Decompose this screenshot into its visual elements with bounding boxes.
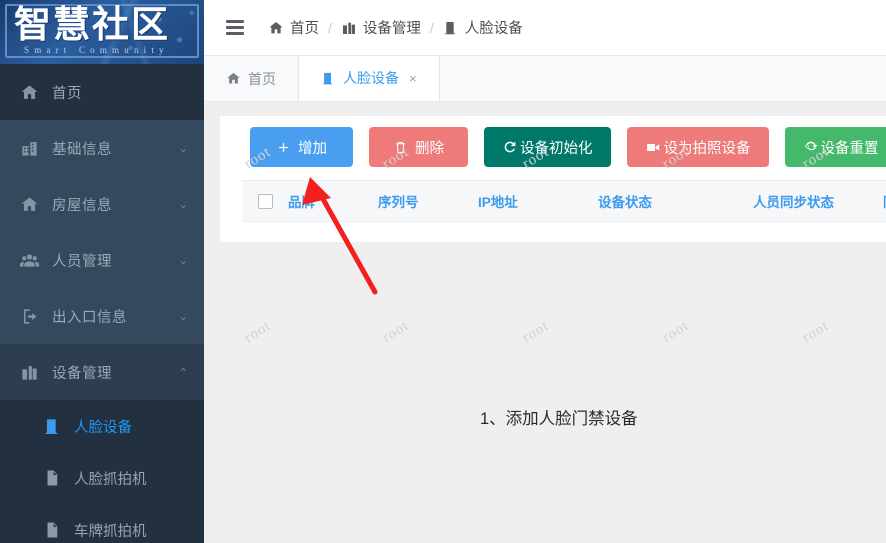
tab-label: 人脸设备	[343, 70, 399, 86]
add-button-label: 增加	[298, 140, 327, 157]
page-content: 增加 删除 设备初始化 设为拍照设备 设备重置 品牌 序列号 IP地址 设备状态…	[204, 102, 886, 543]
plus-icon	[276, 140, 291, 155]
sidebar-item-house-info[interactable]: 房屋信息 ⌄	[0, 176, 204, 232]
annotation-step-text: 1、添加人脸门禁设备	[480, 410, 638, 428]
breadcrumb-separator: /	[328, 19, 332, 36]
breadcrumb-item-device-mgmt[interactable]: 设备管理	[341, 17, 421, 38]
face-device-icon	[40, 417, 64, 436]
sync-icon	[803, 139, 819, 155]
sidebar-item-label: 出入口信息	[52, 309, 127, 326]
device-reset-button[interactable]: 设备重置	[784, 127, 886, 167]
home-icon	[268, 20, 284, 36]
sidebar-item-device-mgmt[interactable]: 设备管理 ⌃	[0, 344, 204, 400]
sidebar-item-home[interactable]: 首页	[0, 64, 204, 120]
watermark-text: root	[799, 317, 833, 347]
logo-title-en: Smart Community	[24, 45, 169, 55]
watermark-text: root	[659, 317, 693, 347]
chevron-up-icon: ⌃	[178, 365, 188, 379]
app-logo[interactable]: 智慧社区 Smart Community	[0, 0, 204, 64]
sidebar-subitem-label: 人脸设备	[74, 419, 132, 436]
chevron-down-icon: ⌄	[178, 309, 188, 323]
app-window: 智慧社区 Smart Community 首页 基础信息 ⌄ 房屋信息 ⌄ 人员…	[0, 0, 886, 543]
sidebar-item-label: 设备管理	[52, 365, 112, 382]
content-card: 增加 删除 设备初始化 设为拍照设备 设备重置 品牌 序列号 IP地址 设备状态…	[220, 116, 886, 242]
close-icon[interactable]: ×	[409, 71, 417, 86]
table-header-ip[interactable]: IP地址	[478, 191, 598, 211]
delete-button-label: 删除	[415, 140, 444, 157]
chevron-down-icon: ⌄	[178, 197, 188, 211]
sidebar-item-label: 房屋信息	[52, 197, 112, 214]
watermark-text: root	[519, 317, 553, 347]
sidebar-item-entrance-info[interactable]: 出入口信息 ⌄	[0, 288, 204, 344]
table-header-brand[interactable]: 品牌	[288, 191, 378, 211]
device-init-button[interactable]: 设备初始化	[484, 127, 611, 167]
set-photo-device-button-label: 设为拍照设备	[663, 140, 751, 157]
camera-file-icon	[40, 469, 64, 487]
table-header-sync-status[interactable]: 人员同步状态	[753, 191, 883, 211]
sidebar-item-label: 人员管理	[52, 253, 112, 270]
refresh-icon	[502, 139, 518, 155]
sidebar-subitem-label: 人脸抓拍机	[74, 471, 147, 488]
sidebar: 智慧社区 Smart Community 首页 基础信息 ⌄ 房屋信息 ⌄ 人员…	[0, 0, 204, 543]
breadcrumb: 首页 / 设备管理 / 人脸设备	[268, 17, 523, 38]
device-icon	[16, 363, 42, 382]
breadcrumb-label: 首页	[290, 21, 319, 37]
users-icon	[16, 250, 42, 271]
chevron-down-icon: ⌄	[178, 253, 188, 267]
table-header-serial[interactable]: 序列号	[378, 191, 478, 211]
device-init-button-label: 设备初始化	[520, 140, 593, 157]
table-header-row: 品牌 序列号 IP地址 设备状态 人员同步状态 同	[242, 180, 886, 222]
home-icon	[16, 83, 42, 102]
chevron-down-icon: ⌄	[178, 141, 188, 155]
top-bar: 首页 / 设备管理 / 人脸设备	[204, 0, 886, 56]
device-icon	[341, 20, 357, 36]
building-icon	[16, 139, 42, 158]
sidebar-subitem-face-device[interactable]: 人脸设备	[0, 400, 204, 452]
device-reset-button-label: 设备重置	[820, 140, 879, 157]
breadcrumb-item-face-device: 人脸设备	[443, 17, 523, 38]
sidebar-subitem-plate-capture[interactable]: 车牌抓拍机	[0, 504, 204, 543]
breadcrumb-label: 人脸设备	[464, 21, 523, 37]
watermark-text: root	[241, 317, 275, 347]
sidebar-item-person-mgmt[interactable]: 人员管理 ⌄	[0, 232, 204, 288]
main-area: 首页 / 设备管理 / 人脸设备 首页 人脸设备 × 增加 删除 设备初始化 设…	[204, 0, 886, 543]
set-photo-device-button[interactable]: 设为拍照设备	[626, 127, 769, 167]
sidebar-item-label: 首页	[52, 85, 82, 102]
sidebar-subitem-label: 车牌抓拍机	[74, 523, 147, 540]
delete-button[interactable]: 删除	[369, 127, 468, 167]
table-header-status[interactable]: 设备状态	[598, 191, 753, 211]
tab-bar: 首页 人脸设备 ×	[204, 56, 886, 102]
breadcrumb-separator: /	[429, 19, 434, 36]
hamburger-icon[interactable]	[226, 17, 244, 39]
camera-file-icon	[40, 521, 64, 539]
home-icon	[16, 195, 42, 214]
tab-face-device[interactable]: 人脸设备 ×	[299, 56, 440, 101]
face-device-icon	[443, 20, 459, 36]
logo-title-cn: 智慧社区	[14, 4, 170, 45]
tab-home[interactable]: 首页	[204, 56, 299, 101]
breadcrumb-item-home[interactable]: 首页	[268, 17, 319, 38]
face-device-icon	[321, 71, 336, 86]
toolbar: 增加 删除 设备初始化 设为拍照设备 设备重置	[220, 116, 886, 167]
exit-icon	[16, 307, 42, 326]
watermark-text: root	[379, 317, 413, 347]
video-icon	[645, 139, 662, 156]
tab-label: 首页	[248, 70, 276, 87]
sidebar-item-label: 基础信息	[52, 141, 112, 158]
sidebar-item-basic-info[interactable]: 基础信息 ⌄	[0, 120, 204, 176]
add-button[interactable]: 增加	[250, 127, 353, 167]
select-all-checkbox[interactable]	[257, 193, 273, 209]
breadcrumb-label: 设备管理	[362, 21, 421, 37]
sidebar-subitem-face-capture[interactable]: 人脸抓拍机	[0, 452, 204, 504]
home-icon	[226, 71, 241, 86]
trash-icon	[393, 140, 408, 155]
